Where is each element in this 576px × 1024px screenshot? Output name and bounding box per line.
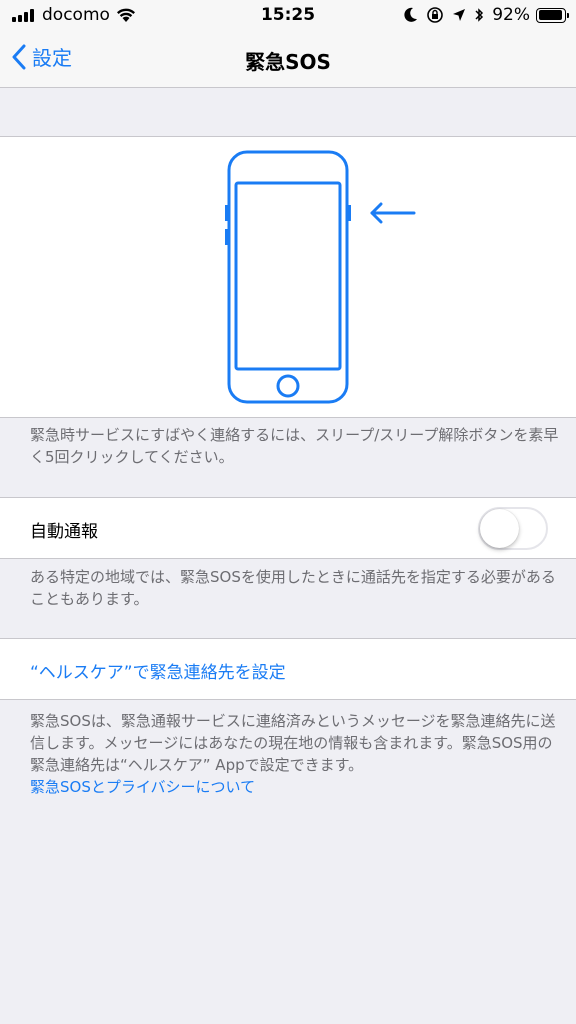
- bluetooth-icon: [475, 8, 484, 22]
- health-contacts-link[interactable]: “ヘルスケア”で緊急連絡先を設定: [30, 658, 286, 683]
- location-icon: [453, 9, 466, 21]
- battery-icon: [536, 7, 569, 23]
- privacy-footer-text: 緊急SOSは、緊急通報サービスに連絡済みというメッセージを緊急連絡先に送信します…: [30, 712, 556, 774]
- nav-bar: 設定 緊急SOS: [0, 30, 576, 88]
- side-button-footer: 緊急時サービスにすばやく連絡するには、スリープ/スリープ解除ボタンを素早く5回ク…: [30, 426, 559, 466]
- moon-icon: [404, 7, 418, 22]
- page-title: 緊急SOS: [245, 50, 331, 74]
- rotation-lock-icon: [427, 7, 444, 23]
- battery-percent: 92%: [492, 5, 530, 25]
- privacy-link[interactable]: 緊急SOSとプライバシーについて: [30, 776, 560, 798]
- battery-fill: [538, 10, 562, 20]
- health-contacts-cell[interactable]: “ヘルスケア”で緊急連絡先を設定: [0, 638, 576, 700]
- auto-call-footer: ある特定の地域では、緊急SOSを使用したときに通話先を指定する必要があることもあ…: [30, 568, 556, 608]
- auto-call-cell: 自動通報: [0, 497, 576, 559]
- auto-call-toggle[interactable]: [478, 507, 548, 550]
- phone-side-button-icon: [225, 150, 416, 404]
- status-bar: docomo 15:25 92%: [0, 0, 576, 30]
- toggle-knob: [480, 509, 519, 548]
- privacy-footer: 緊急SOSは、緊急通報サービスに連絡済みというメッセージを緊急連絡先に送信します…: [30, 710, 560, 798]
- illustration-panel: [0, 136, 576, 418]
- status-right: 92%: [396, 5, 569, 25]
- auto-call-label: 自動通報: [30, 522, 98, 542]
